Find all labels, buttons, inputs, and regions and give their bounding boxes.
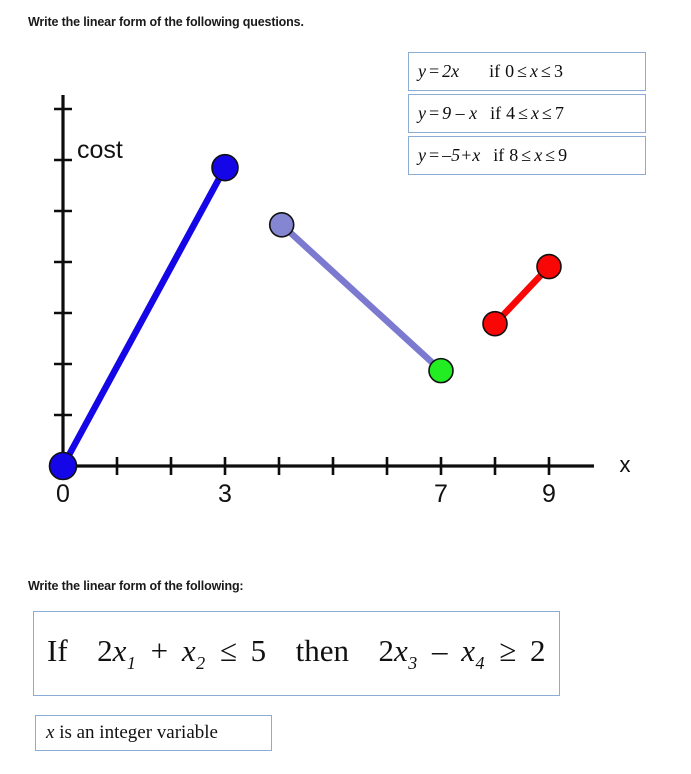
eq1-equals: = xyxy=(429,61,440,81)
equation-box-1-content: y = 2x if 0 ≤ x ≤ 3 xyxy=(409,61,563,82)
series-line-2 xyxy=(278,221,445,374)
data-point-1-1 xyxy=(48,451,78,481)
page-title-following: Write the linear form of the following: xyxy=(28,579,244,593)
page-title-questions: Write the linear form of the following q… xyxy=(28,15,304,29)
eq1-var: x xyxy=(530,61,539,81)
data-point-3-1 xyxy=(482,310,508,337)
lhs-index-2: 2 xyxy=(196,652,206,673)
integer-variable-box: x is an integer variable xyxy=(35,715,272,751)
lhs-relation: ≤ xyxy=(219,633,237,669)
eq1-hi: 3 xyxy=(553,61,563,81)
rhs-index-1: 3 xyxy=(408,652,418,673)
rhs-index-2: 4 xyxy=(475,652,485,673)
implication-box-content: If 2x1 + x2 ≤ 5 then 2x3 – x4 ≥ 2 xyxy=(34,633,546,674)
rhs-relation: ≥ xyxy=(499,633,517,669)
data-point-3-2 xyxy=(536,253,562,280)
worksheet-page: Write the linear form of the following q… xyxy=(0,0,691,774)
y-axis-label: cost xyxy=(77,136,123,164)
integer-variable-content: x is an integer variable xyxy=(36,722,218,744)
lhs-bound: 5 xyxy=(250,633,267,669)
minus-operator: – xyxy=(432,633,448,669)
then-keyword: then xyxy=(295,633,350,669)
chart-svg: 0 3 7 9 cost x xyxy=(48,95,631,508)
rhs-coef-1: 2 xyxy=(378,633,395,669)
lhs-coef-1: 2 xyxy=(97,633,113,669)
lhs-var-2: x xyxy=(181,633,196,669)
chart-axes xyxy=(54,95,594,475)
piecewise-cost-chart: 0 3 7 9 cost x xyxy=(0,80,691,510)
rhs-var-2: x xyxy=(461,633,476,669)
lhs-index-1: 1 xyxy=(126,652,136,673)
lhs-var-1: x xyxy=(112,633,127,669)
x-tick-label-3: 3 xyxy=(218,480,232,508)
eq1-rel1: ≤ xyxy=(517,61,528,81)
integer-var-text: is an integer variable xyxy=(54,722,218,743)
eq1-lo: 0 xyxy=(505,61,515,81)
implication-box: If 2x1 + x2 ≤ 5 then 2x3 – x4 ≥ 2 xyxy=(33,611,560,696)
eq1-if: if xyxy=(489,61,501,81)
x-axis-label: x xyxy=(620,452,631,477)
data-point-1-2 xyxy=(211,153,239,182)
x-tick-label-7: 7 xyxy=(434,480,448,508)
rhs-var-1: x xyxy=(394,633,408,669)
eq1-rhs: 2x xyxy=(442,61,460,81)
plus-operator: + xyxy=(150,633,169,669)
x-tick-label-9: 9 xyxy=(542,480,556,508)
data-point-2-2 xyxy=(428,357,454,384)
rhs-bound: 2 xyxy=(530,633,546,669)
series-line-1 xyxy=(59,164,229,470)
eq1-rel2: ≤ xyxy=(541,61,551,81)
chart-series xyxy=(48,153,562,481)
x-tick-label-0: 0 xyxy=(56,480,70,508)
if-keyword: If xyxy=(47,633,68,669)
eq1-lhs: y xyxy=(418,61,426,81)
data-point-2-1 xyxy=(268,211,295,238)
